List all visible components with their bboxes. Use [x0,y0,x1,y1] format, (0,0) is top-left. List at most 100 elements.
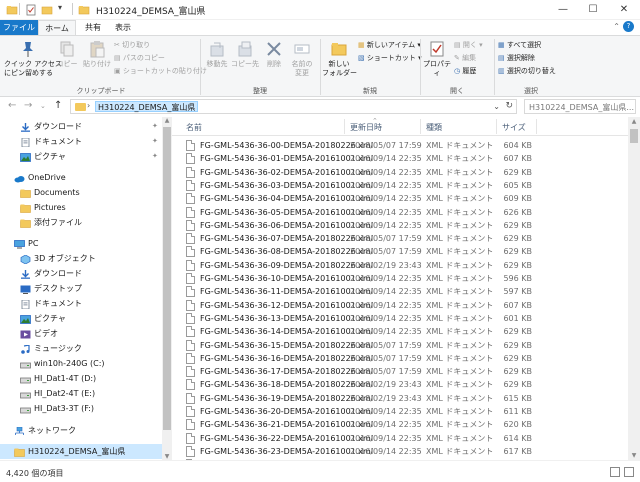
nav-item[interactable]: OneDrive [0,170,164,185]
nav-item[interactable]: ダウンロード ✦ [0,119,164,134]
select-none-icon: ▤ [498,54,505,62]
nav-scrollbar[interactable]: ▲ ▼ [162,117,172,460]
nav-scroll-thumb[interactable] [163,127,171,430]
nav-item[interactable]: Pictures [0,200,164,215]
delete-label: 削除 [267,60,281,68]
open-group-label: 開く [450,87,464,95]
nav-item[interactable]: win10h-240G (C:) [0,356,164,371]
nav-item-label: ピクチャ [34,314,66,323]
nav-item[interactable]: HI_Dat3-3T (F:) [0,401,164,416]
column-date[interactable]: 更新日時 [350,122,382,133]
title-bar: ▾ H310224_DEMSA_富山県 — ☐ ✕ [0,0,640,20]
nav-item-label: win10h-240G (C:) [34,359,105,368]
new-folder-button[interactable]: 新しい フォルダー [322,40,357,84]
recent-locations-chevron-icon[interactable]: ⌄ [40,102,46,110]
delete-button[interactable]: 削除 [261,40,287,84]
nav-item[interactable]: HI_Dat1-4T (D:) [0,371,164,386]
edit-button[interactable]: ✎ 編集 [454,53,476,64]
nav-item[interactable]: ピクチャ [0,311,164,326]
nav-item[interactable]: ドキュメント [0,296,164,311]
copy-path-button[interactable]: ▤ パスのコピー [114,53,165,64]
open-icon: ▤ [454,41,461,49]
nav-item-label: 添付ファイル [34,218,82,227]
new-folder-quick-icon[interactable] [41,4,53,16]
properties-button[interactable]: プロパティ [422,40,452,84]
address-history-chevron-icon[interactable]: ⌄ [493,102,500,111]
nav-item[interactable]: ドキュメント ✦ [0,134,164,149]
nav-item-label: ダウンロード [34,269,82,278]
search-input[interactable]: H310224_DEMSA_富山県... [524,99,636,114]
tab-view[interactable]: 表示 [108,20,138,35]
nav-item[interactable]: H310224_DEMSA_富山県 [0,444,164,459]
customize-quick-access-chevron-icon[interactable]: ▾ [58,3,70,15]
copy-button[interactable]: コピー [54,40,80,84]
app-folder-icon [6,4,18,16]
copy-to-button[interactable]: コピー先 [231,40,259,84]
new-item-button[interactable]: ▦ 新しいアイテム ▾ [358,40,421,51]
list-scroll-up-icon: ▲ [631,118,637,125]
tab-file[interactable]: ファイル [0,20,38,35]
history-button[interactable]: ◷ 履歴 [454,66,476,77]
tab-home[interactable]: ホーム [38,20,76,35]
refresh-icon[interactable]: ↻ [505,101,513,111]
xml-file-icon [186,406,195,417]
cut-button[interactable]: ✂ 切り取り [114,40,150,51]
nav-item[interactable]: 添付ファイル [0,215,164,230]
edit-icon: ✎ [454,54,460,62]
rename-button[interactable]: 名前の 変更 [287,40,317,84]
easy-access-button[interactable]: ▧ ショートカット ▾ [358,53,422,64]
paste-shortcut-button[interactable]: ▣ ショートカットの貼り付け [114,66,207,77]
paste-button[interactable]: 貼り付け [82,40,112,84]
paste-icon [90,41,105,58]
nav-item[interactable]: ビデオ [0,326,164,341]
folder-icon [20,218,31,228]
list-scrollbar[interactable]: ▲ ▼ [628,117,640,460]
nav-item[interactable]: HI_Dat2-4T (E:) [0,386,164,401]
help-icon[interactable]: ? [623,21,634,32]
video-icon [20,329,31,339]
nav-item[interactable]: ダウンロード [0,266,164,281]
large-icons-view-icon[interactable] [624,467,634,477]
properties-quick-icon[interactable] [25,4,37,16]
ribbon-collapse-icon[interactable]: ⌃ [613,22,620,31]
nav-item[interactable]: PC [0,236,164,251]
organize-group-label: 整理 [253,87,267,95]
pin-icon [23,42,33,57]
minimize-button[interactable]: — [548,0,578,20]
nav-item[interactable]: ネットワーク [0,423,164,438]
tab-share[interactable]: 共有 [78,20,108,35]
nav-item[interactable]: デスクトップ [0,281,164,296]
open-button[interactable]: ▤ 開く ▾ [454,40,483,51]
pin-quick-access-button[interactable]: クイック アクセス にピン留めする [4,40,62,84]
clipboard-group-label: クリップボード [76,87,126,95]
column-type[interactable]: 種類 [426,122,442,133]
xml-file-icon [186,273,195,284]
nav-item[interactable]: ピクチャ ✦ [0,149,164,164]
up-arrow-icon[interactable]: ↑ [54,100,62,111]
maximize-button[interactable]: ☐ [578,0,608,20]
list-scroll-thumb[interactable] [630,129,638,143]
item-count: 4,420 個の項目 [6,469,64,478]
select-none-button[interactable]: ▤ 選択解除 [498,53,535,64]
list-scroll-down-icon: ▼ [631,452,637,459]
close-button[interactable]: ✕ [609,0,639,20]
column-size[interactable]: サイズ [502,122,526,133]
forward-arrow-icon[interactable]: → [24,100,32,111]
xml-file-icon [186,352,195,364]
picture-icon [20,152,31,162]
nav-item[interactable]: ミュージック [0,341,164,356]
nav-item[interactable]: Documents [0,185,164,200]
nav-item-label: HI_Dat1-4T (D:) [34,374,97,383]
address-bar[interactable]: › H310224_DEMSA_富山県 ⌄ ↻ [70,99,517,114]
details-view-icon[interactable] [610,467,620,477]
select-all-button[interactable]: ▦ すべて選択 [498,40,541,51]
column-name[interactable]: 名前 [186,122,202,133]
back-arrow-icon[interactable]: ← [8,100,16,111]
file-list: ⌃ 名前 更新日時 種類 サイズ FG-GML-5436-36-00-DEM5A… [172,117,628,460]
nav-item[interactable]: 3D オブジェクト [0,251,164,266]
copy-path-icon: ▤ [114,54,121,62]
address-path[interactable]: H310224_DEMSA_富山県 [95,101,199,112]
move-to-button[interactable]: 移動先 [203,40,231,84]
folder-icon [20,188,31,198]
invert-selection-button[interactable]: ▥ 選択の切り替え [498,66,556,77]
